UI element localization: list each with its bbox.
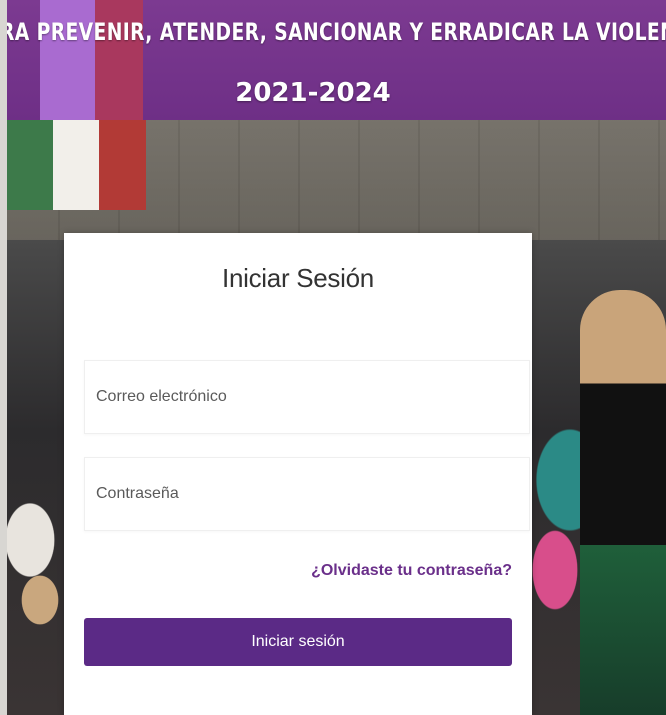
banner-title: RA PREVENIR, ATENDER, SANCIONAR Y ERRADI…: [0, 18, 666, 46]
login-card: Iniciar Sesión ¿Olvidaste tu contraseña?…: [64, 233, 532, 715]
login-button[interactable]: Iniciar sesión: [84, 618, 512, 666]
banner-years: 2021-2024: [235, 78, 391, 108]
left-edge-strip: [0, 0, 7, 715]
forgot-password-link[interactable]: ¿Olvidaste tu contraseña?: [311, 562, 512, 580]
login-title: Iniciar Sesión: [222, 263, 374, 293]
password-field[interactable]: [85, 458, 529, 530]
flag-image: [6, 120, 147, 210]
email-field-container: [84, 360, 530, 434]
password-field-container: [84, 457, 530, 531]
email-field[interactable]: [85, 361, 529, 433]
background-person: [580, 290, 666, 715]
